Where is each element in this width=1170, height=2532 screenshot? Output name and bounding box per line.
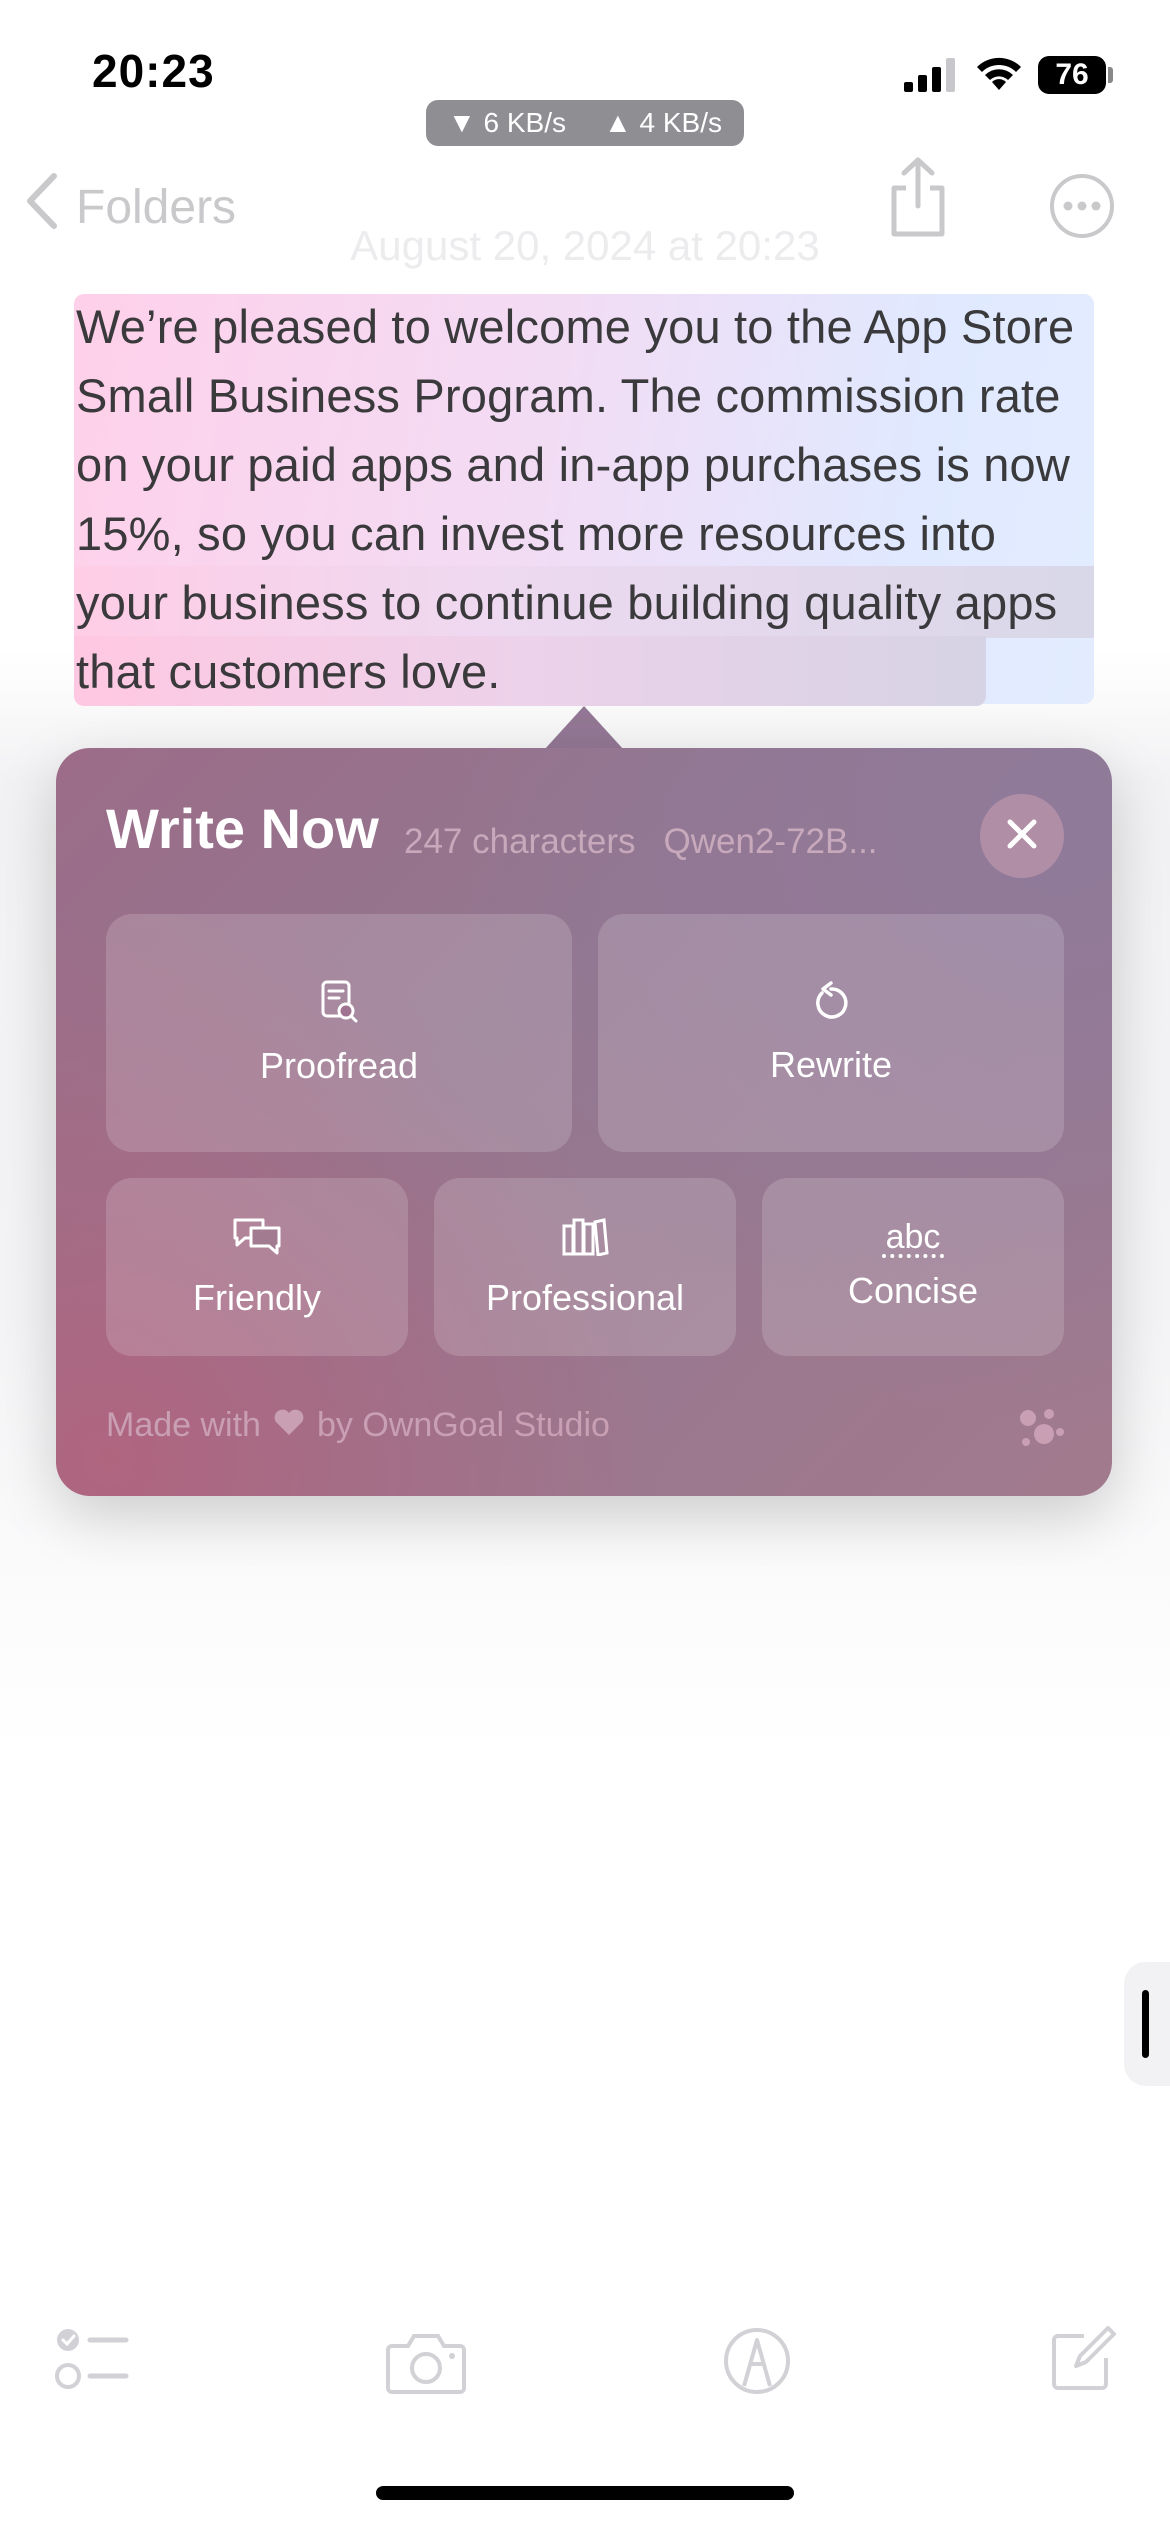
model-name[interactable]: Qwen2-72B... bbox=[664, 822, 878, 862]
markup-button[interactable] bbox=[722, 2326, 792, 2401]
compose-button[interactable] bbox=[1050, 2326, 1116, 2397]
share-icon bbox=[886, 156, 950, 243]
compose-icon bbox=[1050, 2326, 1116, 2396]
close-icon bbox=[1005, 817, 1039, 856]
rewrite-icon bbox=[811, 980, 851, 1032]
battery-icon: 76 bbox=[1038, 56, 1106, 94]
pen-tip-circle-icon bbox=[722, 2328, 792, 2400]
more-button[interactable] bbox=[1048, 173, 1116, 244]
friendly-label: Friendly bbox=[192, 1276, 322, 1318]
checklist-icon bbox=[54, 2329, 130, 2396]
panel-meta: 247 characters Qwen2-72B... bbox=[404, 822, 878, 862]
upload-speed: ▲ 4 KB/s bbox=[604, 107, 722, 138]
footer-prefix: Made with bbox=[106, 1406, 261, 1444]
proofread-button[interactable]: Proofread bbox=[106, 914, 572, 1152]
rewrite-button[interactable]: Rewrite bbox=[598, 914, 1064, 1152]
footer-suffix: by OwnGoal Studio bbox=[316, 1406, 610, 1444]
status-time: 20:23 bbox=[92, 45, 215, 97]
books-icon bbox=[561, 1216, 609, 1265]
cellular-signal-icon bbox=[904, 58, 958, 97]
concise-label: Concise bbox=[847, 1270, 979, 1311]
camera-button[interactable] bbox=[386, 2332, 466, 2399]
ellipsis-circle-icon bbox=[1049, 173, 1115, 244]
camera-icon bbox=[386, 2334, 466, 2398]
home-indicator[interactable] bbox=[376, 2486, 794, 2500]
wifi-icon bbox=[974, 54, 1024, 97]
abc-icon: abc bbox=[881, 1220, 945, 1258]
battery-nub bbox=[1108, 67, 1113, 83]
chat-bubbles-icon bbox=[231, 1216, 283, 1265]
proofread-label: Proofread bbox=[259, 1044, 419, 1086]
character-count: 247 characters bbox=[404, 822, 636, 861]
made-with-footer: Made with by OwnGoal Studio bbox=[106, 1406, 610, 1445]
popover-arrow bbox=[544, 706, 624, 750]
professional-label: Professional bbox=[485, 1276, 685, 1318]
sparkles-icon[interactable] bbox=[1016, 1404, 1066, 1455]
scroll-indicator bbox=[1142, 1990, 1149, 2058]
friendly-button[interactable]: Friendly bbox=[106, 1178, 408, 1356]
checklist-button[interactable] bbox=[54, 2326, 130, 2397]
proofread-icon bbox=[319, 980, 359, 1033]
close-button[interactable] bbox=[980, 794, 1064, 878]
download-speed: ▼ 6 KB/s bbox=[448, 107, 566, 138]
concise-button[interactable]: abc Concise bbox=[762, 1178, 1064, 1356]
share-button[interactable] bbox=[880, 154, 956, 244]
heart-icon bbox=[273, 1406, 305, 1445]
network-speed-pill: ▼ 6 KB/s ▲ 4 KB/s bbox=[426, 100, 744, 146]
panel-title: Write Now bbox=[106, 797, 379, 860]
selected-note-text[interactable]: We’re pleased to welcome you to the App … bbox=[76, 292, 1096, 706]
professional-button[interactable]: Professional bbox=[434, 1178, 736, 1356]
note-date: August 20, 2024 at 20:23 bbox=[350, 222, 820, 269]
rewrite-label: Rewrite bbox=[769, 1043, 893, 1085]
